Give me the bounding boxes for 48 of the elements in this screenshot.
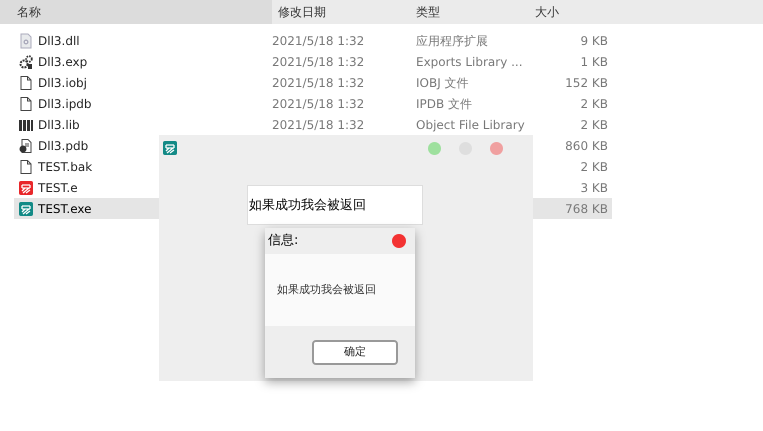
file-type: IOBJ 文件	[416, 76, 469, 90]
file-date: 2021/5/18 1:32	[272, 76, 364, 90]
file-disk-icon	[18, 138, 34, 154]
column-header[interactable]: 类型	[416, 3, 440, 21]
gear-file-icon	[18, 32, 34, 48]
column-header[interactable]: 名称	[17, 3, 41, 21]
file-date: 2021/5/18 1:32	[272, 118, 364, 132]
file-name[interactable]: TEST.e	[38, 178, 78, 196]
logo-icon	[18, 200, 34, 216]
column-header[interactable]: 修改日期	[278, 3, 326, 21]
file-icon	[18, 74, 34, 90]
file-name[interactable]: Dll3.dll	[38, 32, 80, 50]
file-size: 3 KB	[580, 180, 608, 194]
file-name[interactable]: TEST.exe	[38, 200, 92, 218]
file-type: Exports Library ...	[416, 54, 523, 68]
file-date: 2021/5/18 1:32	[272, 96, 364, 110]
file-size: 1 KB	[580, 54, 608, 68]
file-type: IPDB 文件	[416, 96, 472, 110]
file-size: 2 KB	[580, 118, 608, 132]
file-size: 860 KB	[565, 138, 608, 152]
text-field[interactable]: 如果成功我会被返回	[247, 185, 423, 225]
dialog-title: 信息:	[268, 232, 298, 250]
file-type: Object File Library	[416, 118, 525, 132]
window-control-button[interactable]	[490, 142, 503, 154]
file-name[interactable]: TEST.bak	[38, 158, 92, 176]
column-header[interactable]: 大小	[535, 3, 559, 21]
file-icon	[18, 96, 34, 112]
file-icon	[18, 158, 34, 174]
file-name[interactable]: Dll3.exp	[38, 52, 88, 70]
file-date: 2021/5/18 1:32	[272, 54, 364, 68]
file-size: 2 KB	[580, 160, 608, 174]
file-size: 152 KB	[565, 76, 608, 90]
file-size: 768 KB	[565, 202, 608, 216]
ok-button[interactable]: 确定	[312, 340, 398, 364]
file-type: 应用程序扩展	[416, 34, 488, 48]
close-button[interactable]	[392, 234, 406, 248]
file-date: 2021/5/18 1:32	[272, 34, 364, 48]
file-name[interactable]: Dll3.lib	[38, 116, 80, 134]
logo-icon	[18, 180, 34, 196]
file-name[interactable]: Dll3.ipdb	[38, 94, 92, 112]
file-name[interactable]: Dll3.iobj	[38, 74, 87, 92]
window-control-button[interactable]	[428, 142, 441, 154]
file-name[interactable]: Dll3.pdb	[38, 136, 88, 154]
dialog-message: 如果成功我会被返回	[277, 282, 376, 298]
app-logo-icon	[162, 140, 178, 156]
gears-icon	[18, 54, 34, 70]
file-size: 9 KB	[580, 34, 608, 48]
file-size: 2 KB	[580, 96, 608, 110]
